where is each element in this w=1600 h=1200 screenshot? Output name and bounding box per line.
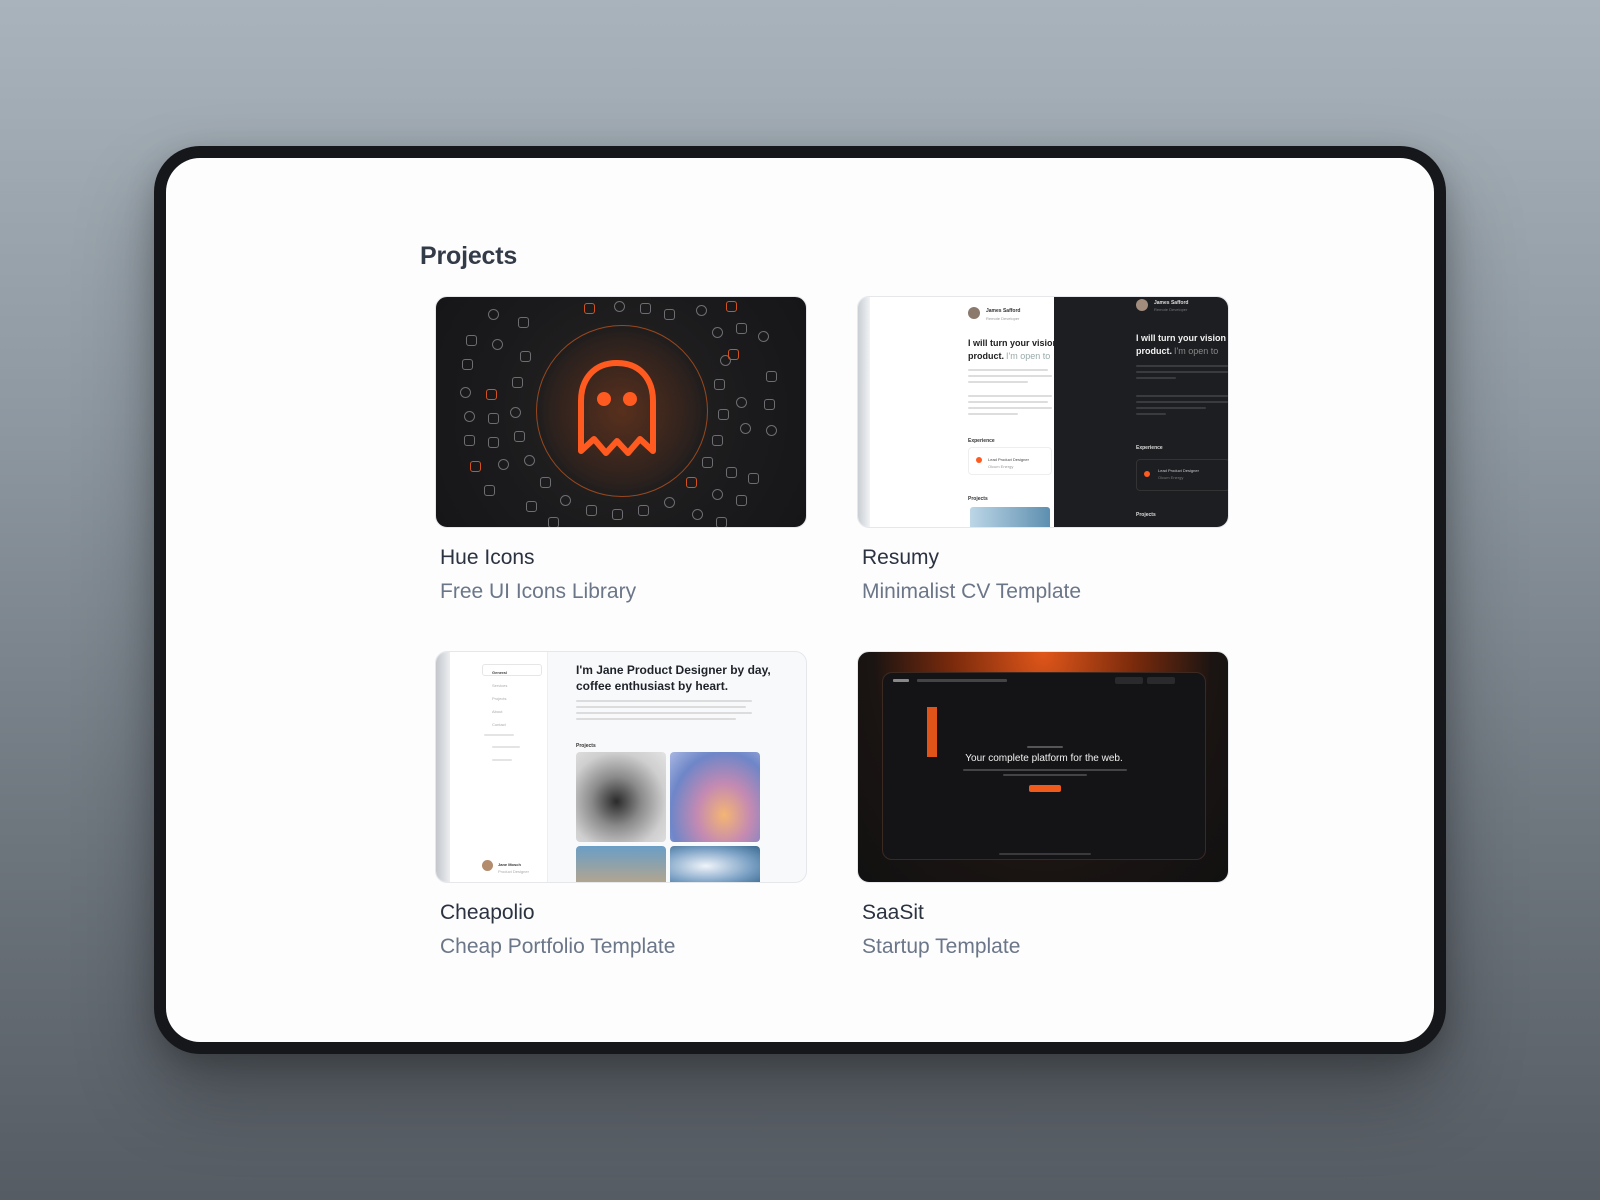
preview-cta: [1029, 785, 1061, 792]
screen: Projects Hue Icons Free UI Icons Library…: [166, 158, 1434, 1042]
preview-nav-item: Projects: [492, 696, 507, 701]
project-card-resumy[interactable]: James Safford Remote Developer I will tu…: [857, 296, 1229, 604]
preview-headline-c: I'm open to: [1006, 351, 1051, 361]
preview-sidebar: General Services Projects About Contact …: [436, 652, 548, 882]
preview-nav-item: Services: [492, 683, 508, 688]
preview-nav-item: About: [492, 709, 503, 714]
project-subtitle: Startup Template: [862, 935, 1021, 958]
project-card-saasit[interactable]: Your complete platform for the web. SaaS…: [857, 651, 1229, 959]
dark-theme-preview: James Safford Remote Developer I will tu…: [1054, 297, 1228, 527]
preview-headline-b: product.: [968, 351, 1004, 361]
preview-experience: Experience: [968, 438, 995, 444]
project-subtitle: Minimalist CV Template: [862, 580, 1082, 603]
page-title: Projects: [420, 242, 518, 270]
preview-headline: I'm Jane Product Designer by day, coffee…: [576, 663, 771, 693]
project-title[interactable]: Resumy: [862, 546, 1229, 570]
preview-user-role: Product Designer: [498, 869, 529, 874]
preview-projects: Projects: [968, 496, 988, 502]
preview-projects: Projects: [576, 743, 596, 749]
preview-headline: I will turn your vision: [968, 338, 1059, 348]
preview-window: Your complete platform for the web.: [882, 672, 1206, 860]
ghost-icon: [578, 360, 656, 456]
project-title[interactable]: Cheapolio: [440, 901, 807, 925]
project-thumbnail[interactable]: James Safford Remote Developer I will tu…: [857, 296, 1229, 528]
project-title[interactable]: Hue Icons: [440, 546, 807, 570]
preview-hero: Your complete platform for the web.: [965, 753, 1123, 764]
preview-nav-item: Contact: [492, 722, 506, 727]
project-card-hue-icons[interactable]: Hue Icons Free UI Icons Library: [435, 296, 807, 604]
preview-role: Remote Developer: [986, 316, 1020, 321]
device-frame: Projects Hue Icons Free UI Icons Library…: [154, 146, 1446, 1054]
avatar: [968, 307, 980, 319]
preview-company: Olcum Energy: [988, 464, 1014, 469]
preview-nav-item: General: [492, 670, 507, 675]
project-subtitle: Free UI Icons Library: [440, 580, 637, 603]
project-thumbnail[interactable]: General Services Projects About Contact …: [435, 651, 807, 883]
project-title[interactable]: SaaSit: [862, 901, 1229, 925]
project-thumbnail[interactable]: Your complete platform for the web.: [857, 651, 1229, 883]
project-subtitle: Cheap Portfolio Template: [440, 935, 676, 958]
project-thumbnail[interactable]: [435, 296, 807, 528]
project-card-cheapolio[interactable]: General Services Projects About Contact …: [435, 651, 807, 959]
